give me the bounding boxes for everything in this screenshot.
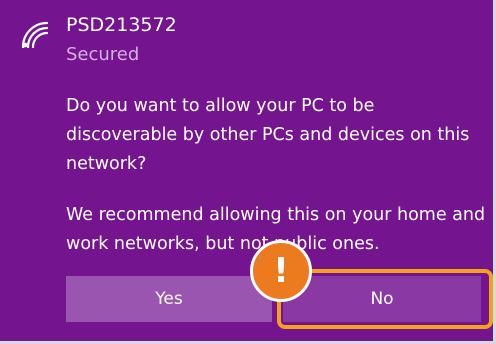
no-button[interactable]: No — [283, 276, 481, 322]
warning-icon: ! — [250, 240, 312, 302]
wifi-icon — [21, 21, 49, 49]
network-discovery-flyout: PSD213572 Secured Do you want to allow y… — [0, 0, 496, 344]
discovery-question: Do you want to allow your PC to be disco… — [66, 96, 470, 174]
yes-button[interactable]: Yes — [66, 276, 272, 322]
network-name: PSD213572 — [66, 14, 177, 36]
network-status: Secured — [66, 44, 140, 65]
